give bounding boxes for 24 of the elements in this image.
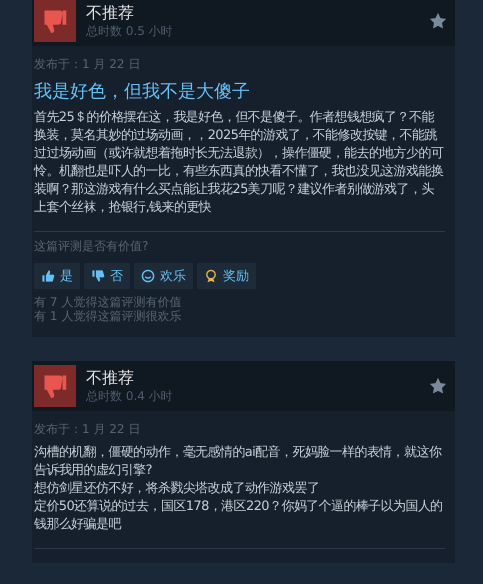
vote-count-text: 有 7 人觉得这篇评测有价值 <box>34 295 182 309</box>
review-text: 沟槽的机翻，僵硬的动作，毫无感情的ai配音，死妈脸一样的表情，就这你告诉我用的虚幻引擎? <box>34 444 442 480</box>
helpful-question: 这篇评测是否有价值? <box>34 238 150 255</box>
vote-button[interactable]: 欢乐 <box>134 263 193 289</box>
vote-button[interactable]: 奖励 <box>197 263 256 289</box>
review-text: 定价50还算说的过去，国区178，港区220？你妈了个逼的棒子以为国人的钱那么好骗是吧 <box>34 498 444 534</box>
rating-label: 不推荐 <box>86 368 135 388</box>
rating-label: 不推荐 <box>86 3 135 23</box>
review-text: 想仿剑星还仿不好，将杀戮尖塔改成了动作游戏罢了 <box>34 480 320 498</box>
vote-count-text: 有 1 人觉得这篇评测很欢乐 <box>34 309 182 323</box>
playtime-text: 总时数 0.4 小时 <box>86 388 174 404</box>
thumbs-up-icon <box>41 269 55 283</box>
posted-date: 发布于：1 月 22 日 <box>34 56 142 73</box>
medal-icon <box>204 269 218 283</box>
smiley-icon <box>141 269 155 283</box>
vote-button[interactable]: 否 <box>84 263 130 289</box>
review-title: 我是好色，但我不是大傻子 <box>34 80 251 103</box>
posted-date: 发布于：1 月 22 日 <box>34 421 142 438</box>
thumbs-down-icon <box>91 269 105 283</box>
vote-button[interactable]: 是 <box>34 263 80 289</box>
star-icon[interactable] <box>429 377 447 395</box>
playtime-text: 总时数 0.5 小时 <box>86 23 174 39</box>
review-text: 首先25＄的价格摆在这，我是好色，但不是傻子。作者想钱想疯了？不能换装，莫名其妙的过场动画，，2025年的游戏了，不能修改按键，不能跳过过场动画（或许就想着拖时长无法退款），操作僵硬，能去的地方少的可怜。机翻也是吓人的一比，有些东西真的快看不懂了，我也没见这游戏能换装啊？那这游戏有什么买点能让我花25美刀呢？建议作者别做游戏了，头上套个丝袜，抢银行,钱来的更快 <box>34 109 444 217</box>
star-icon[interactable] <box>429 12 447 30</box>
